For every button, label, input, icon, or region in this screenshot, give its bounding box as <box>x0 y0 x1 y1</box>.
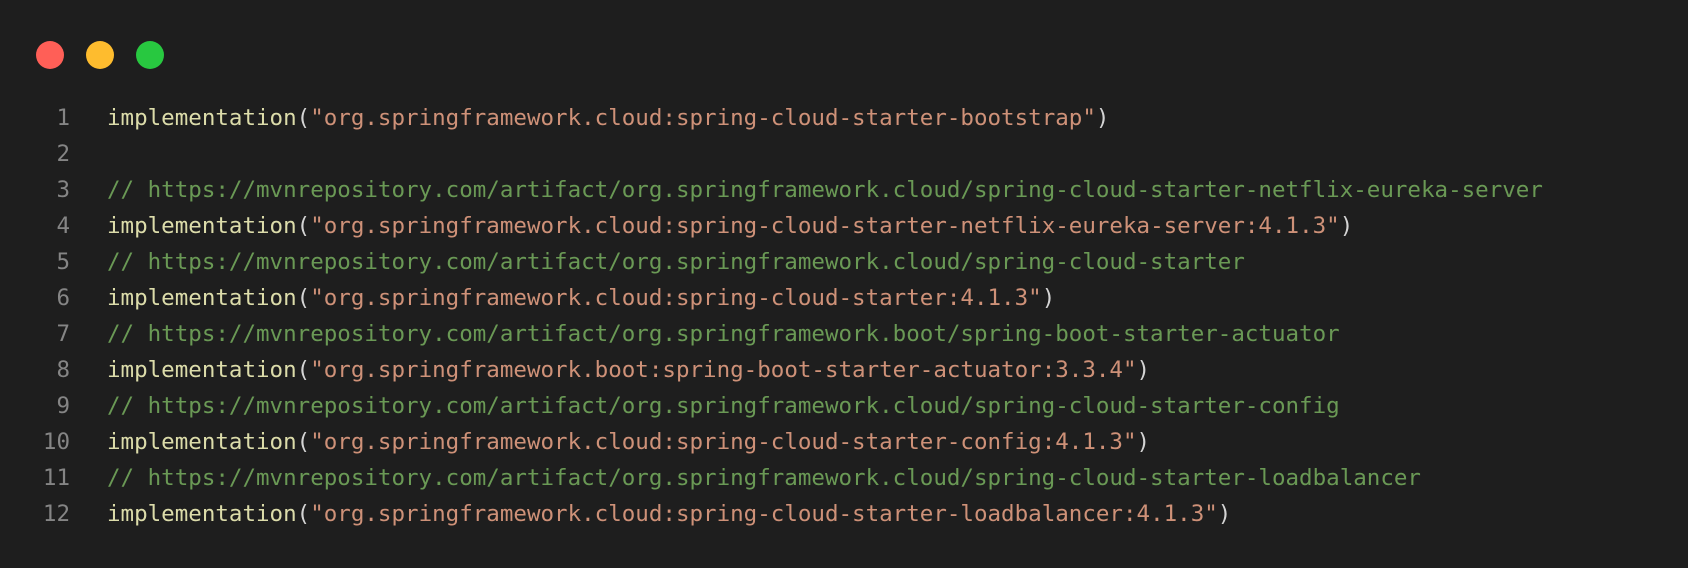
string-literal: "org.springframework.cloud:spring-cloud-… <box>310 501 1218 527</box>
code-line: 1 implementation("org.springframework.cl… <box>0 100 1688 136</box>
comment-text: // https://mvnrepository.com/artifact/or… <box>107 177 1543 203</box>
code-block: 1 implementation("org.springframework.cl… <box>0 100 1688 532</box>
comment-text: // https://mvnrepository.com/artifact/or… <box>107 465 1421 491</box>
open-paren: ( <box>296 429 311 455</box>
line-number: 1 <box>56 105 70 131</box>
string-literal: "org.springframework.cloud:spring-cloud-… <box>310 105 1096 131</box>
function-name: implementation <box>107 285 297 311</box>
minimize-window-icon[interactable] <box>86 41 114 69</box>
close-paren: ) <box>1095 105 1110 131</box>
code-line: 5 // https://mvnrepository.com/artifact/… <box>0 244 1688 280</box>
code-text: implementation("org.springframework.boot… <box>107 352 1150 388</box>
code-window: 1 implementation("org.springframework.cl… <box>0 0 1688 568</box>
line-number: 6 <box>56 285 70 311</box>
function-name: implementation <box>107 357 297 383</box>
code-text: implementation("org.springframework.clou… <box>107 280 1055 316</box>
comment-text: // https://mvnrepository.com/artifact/or… <box>107 393 1340 419</box>
code-text: implementation("org.springframework.clou… <box>107 424 1150 460</box>
close-paren: ) <box>1339 213 1354 239</box>
function-name: implementation <box>107 429 297 455</box>
code-line: 9 // https://mvnrepository.com/artifact/… <box>0 388 1688 424</box>
line-number: 4 <box>56 213 70 239</box>
traffic-lights <box>36 41 164 69</box>
zoom-window-icon[interactable] <box>136 41 164 69</box>
line-number: 2 <box>56 141 70 167</box>
code-text: implementation("org.springframework.clou… <box>107 208 1353 244</box>
code-line: 3 // https://mvnrepository.com/artifact/… <box>0 172 1688 208</box>
line-number: 7 <box>56 321 70 347</box>
string-literal: "org.springframework.boot:spring-boot-st… <box>310 357 1137 383</box>
comment-text: // https://mvnrepository.com/artifact/or… <box>107 249 1245 275</box>
close-paren: ) <box>1136 429 1151 455</box>
string-literal: "org.springframework.cloud:spring-cloud-… <box>310 429 1137 455</box>
code-line: 6 implementation("org.springframework.cl… <box>0 280 1688 316</box>
line-number: 12 <box>42 501 70 527</box>
line-number: 11 <box>42 465 70 491</box>
code-line: 12 implementation("org.springframework.c… <box>0 496 1688 532</box>
close-paren: ) <box>1041 285 1056 311</box>
close-paren: ) <box>1136 357 1151 383</box>
string-literal: "org.springframework.cloud:spring-cloud-… <box>310 213 1340 239</box>
code-line: 11 // https://mvnrepository.com/artifact… <box>0 460 1688 496</box>
line-number: 8 <box>56 357 70 383</box>
line-number: 10 <box>42 429 70 455</box>
line-number: 3 <box>56 177 70 203</box>
code-line: 10 implementation("org.springframework.c… <box>0 424 1688 460</box>
function-name: implementation <box>107 105 297 131</box>
code-text: implementation("org.springframework.clou… <box>107 496 1231 532</box>
line-number: 9 <box>56 393 70 419</box>
code-line: 7 // https://mvnrepository.com/artifact/… <box>0 316 1688 352</box>
open-paren: ( <box>296 285 311 311</box>
close-window-icon[interactable] <box>36 41 64 69</box>
function-name: implementation <box>107 501 297 527</box>
code-line: 8 implementation("org.springframework.bo… <box>0 352 1688 388</box>
code-line: 2 <box>0 136 1688 172</box>
code-text: implementation("org.springframework.clou… <box>107 100 1109 136</box>
comment-text: // https://mvnrepository.com/artifact/or… <box>107 321 1340 347</box>
line-number: 5 <box>56 249 70 275</box>
string-literal: "org.springframework.cloud:spring-cloud-… <box>310 285 1042 311</box>
function-name: implementation <box>107 213 297 239</box>
open-paren: ( <box>296 213 311 239</box>
open-paren: ( <box>296 105 311 131</box>
open-paren: ( <box>296 501 311 527</box>
open-paren: ( <box>296 357 311 383</box>
code-line: 4 implementation("org.springframework.cl… <box>0 208 1688 244</box>
close-paren: ) <box>1217 501 1232 527</box>
